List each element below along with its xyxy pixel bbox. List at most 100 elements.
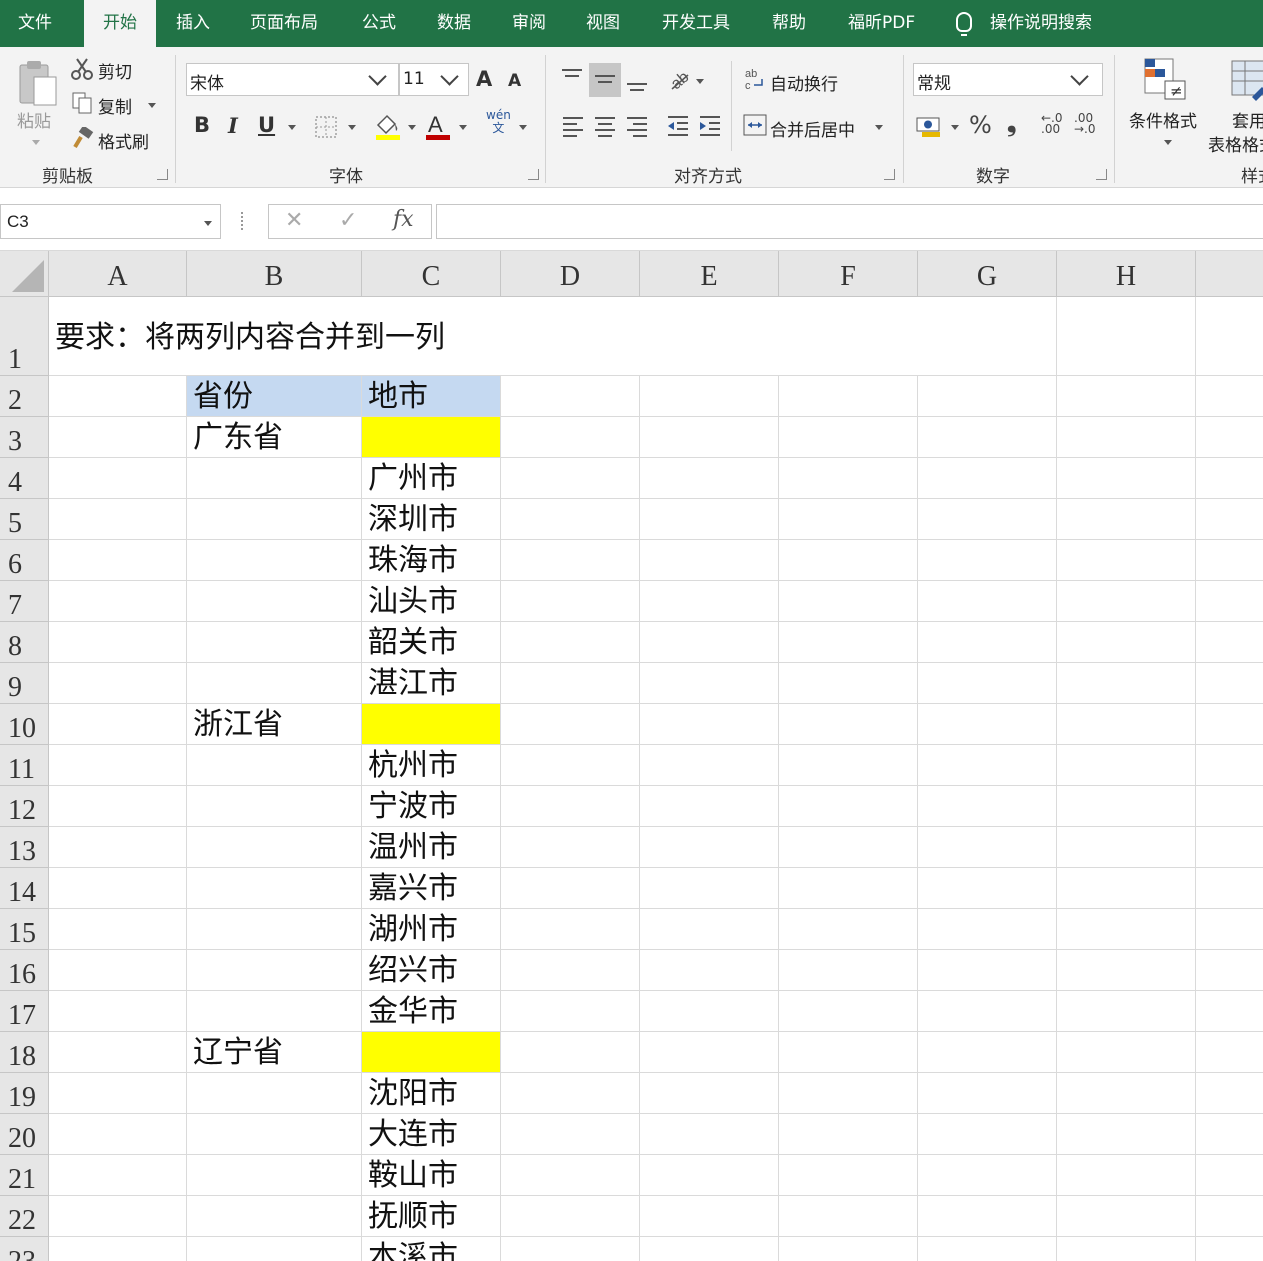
cell-h19[interactable] <box>1057 1073 1196 1114</box>
font-color-dropdown-icon[interactable] <box>459 125 467 130</box>
orientation-dropdown-icon[interactable] <box>696 79 704 84</box>
increase-decimal-button[interactable]: ←.0 .00 <box>1041 112 1069 135</box>
align-middle-button[interactable] <box>589 63 621 97</box>
decrease-decimal-button[interactable]: .00 →.0 <box>1074 112 1102 135</box>
cell-c23[interactable]: 本溪市 <box>362 1237 501 1261</box>
cell-f13[interactable] <box>779 827 918 868</box>
paste-button[interactable] <box>16 59 60 109</box>
cell-b23[interactable] <box>187 1237 362 1261</box>
cell-i5[interactable] <box>1196 499 1263 540</box>
cell-c22[interactable]: 抚顺市 <box>362 1196 501 1237</box>
cell-a8[interactable] <box>49 622 187 663</box>
cell-d19[interactable] <box>501 1073 640 1114</box>
column-header-f[interactable]: F <box>779 251 918 297</box>
cell-a17[interactable] <box>49 991 187 1032</box>
cell-f2[interactable] <box>779 376 918 417</box>
row-header-16[interactable]: 16 <box>0 950 49 991</box>
cell-f5[interactable] <box>779 499 918 540</box>
cell-g11[interactable] <box>918 745 1057 786</box>
row-header-18[interactable]: 18 <box>0 1032 49 1073</box>
cell-f12[interactable] <box>779 786 918 827</box>
fill-color-icon[interactable] <box>374 111 402 141</box>
grow-font-button[interactable]: A <box>476 67 492 91</box>
cell-h11[interactable] <box>1057 745 1196 786</box>
font-color-icon[interactable]: A <box>424 111 452 141</box>
tab-home[interactable]: 开始 <box>84 0 156 47</box>
cell-c17[interactable]: 金华市 <box>362 991 501 1032</box>
column-header-g[interactable]: G <box>918 251 1057 297</box>
conditional-dropdown-icon[interactable] <box>1164 140 1172 145</box>
cell-e7[interactable] <box>640 581 779 622</box>
border-icon[interactable] <box>314 115 338 139</box>
cell-h16[interactable] <box>1057 950 1196 991</box>
cell-g13[interactable] <box>918 827 1057 868</box>
row-header-12[interactable]: 12 <box>0 786 49 827</box>
cell-f1[interactable] <box>779 297 918 376</box>
cell-h6[interactable] <box>1057 540 1196 581</box>
cell-b10[interactable]: 浙江省 <box>187 704 362 745</box>
cell-f21[interactable] <box>779 1155 918 1196</box>
merge-dropdown-icon[interactable] <box>875 125 883 130</box>
copy-dropdown-icon[interactable] <box>148 103 156 108</box>
row-header-22[interactable]: 22 <box>0 1196 49 1237</box>
cell-c5[interactable]: 深圳市 <box>362 499 501 540</box>
cell-a15[interactable] <box>49 909 187 950</box>
fill-color-dropdown-icon[interactable] <box>408 125 416 130</box>
cell-i22[interactable] <box>1196 1196 1263 1237</box>
cell-g4[interactable] <box>918 458 1057 499</box>
cell-e1[interactable] <box>640 297 779 376</box>
row-header-7[interactable]: 7 <box>0 581 49 622</box>
cell-d14[interactable] <box>501 868 640 909</box>
cell-e20[interactable] <box>640 1114 779 1155</box>
cell-a20[interactable] <box>49 1114 187 1155</box>
cell-a1[interactable]: 要求：将两列内容合并到一列 <box>49 297 445 376</box>
alignment-launcher-icon[interactable] <box>884 169 895 180</box>
cell-f6[interactable] <box>779 540 918 581</box>
cell-f15[interactable] <box>779 909 918 950</box>
cell-c13[interactable]: 温州市 <box>362 827 501 868</box>
font-launcher-icon[interactable] <box>528 169 539 180</box>
cell-c16[interactable]: 绍兴市 <box>362 950 501 991</box>
cell-c19[interactable]: 沈阳市 <box>362 1073 501 1114</box>
percent-style-button[interactable]: % <box>969 111 992 139</box>
cell-c9[interactable]: 湛江市 <box>362 663 501 704</box>
cell-i12[interactable] <box>1196 786 1263 827</box>
format-painter-button[interactable]: 格式刷 <box>98 128 149 153</box>
cell-b16[interactable] <box>187 950 362 991</box>
cell-f18[interactable] <box>779 1032 918 1073</box>
cell-e19[interactable] <box>640 1073 779 1114</box>
cell-c10[interactable] <box>362 704 501 745</box>
tab-view[interactable]: 视图 <box>572 0 634 47</box>
cell-d13[interactable] <box>501 827 640 868</box>
row-header-17[interactable]: 17 <box>0 991 49 1032</box>
cell-a13[interactable] <box>49 827 187 868</box>
align-left-icon[interactable] <box>563 117 583 141</box>
cell-i3[interactable] <box>1196 417 1263 458</box>
column-header-c[interactable]: C <box>362 251 501 297</box>
cell-d18[interactable] <box>501 1032 640 1073</box>
number-format-combo[interactable]: 常规 <box>913 63 1103 96</box>
phonetic-guide-button[interactable]: wén 文 <box>486 109 511 135</box>
underline-button[interactable]: U <box>258 113 275 137</box>
cell-f19[interactable] <box>779 1073 918 1114</box>
cell-g21[interactable] <box>918 1155 1057 1196</box>
tell-me-search[interactable]: 操作说明搜索 <box>956 0 1092 47</box>
cell-h3[interactable] <box>1057 417 1196 458</box>
cell-g15[interactable] <box>918 909 1057 950</box>
font-size-combo[interactable]: 11 <box>399 63 469 96</box>
row-header-14[interactable]: 14 <box>0 868 49 909</box>
cell-b18[interactable]: 辽宁省 <box>187 1032 362 1073</box>
align-right-icon[interactable] <box>627 117 647 141</box>
row-header-5[interactable]: 5 <box>0 499 49 540</box>
name-box[interactable]: C3 <box>0 204 221 239</box>
tab-formulas[interactable]: 公式 <box>348 0 410 47</box>
cell-c8[interactable]: 韶关市 <box>362 622 501 663</box>
cell-e11[interactable] <box>640 745 779 786</box>
paste-dropdown-icon[interactable] <box>32 140 40 145</box>
cell-e13[interactable] <box>640 827 779 868</box>
cell-e4[interactable] <box>640 458 779 499</box>
cell-h15[interactable] <box>1057 909 1196 950</box>
cell-g2[interactable] <box>918 376 1057 417</box>
cell-c15[interactable]: 湖州市 <box>362 909 501 950</box>
cell-a10[interactable] <box>49 704 187 745</box>
